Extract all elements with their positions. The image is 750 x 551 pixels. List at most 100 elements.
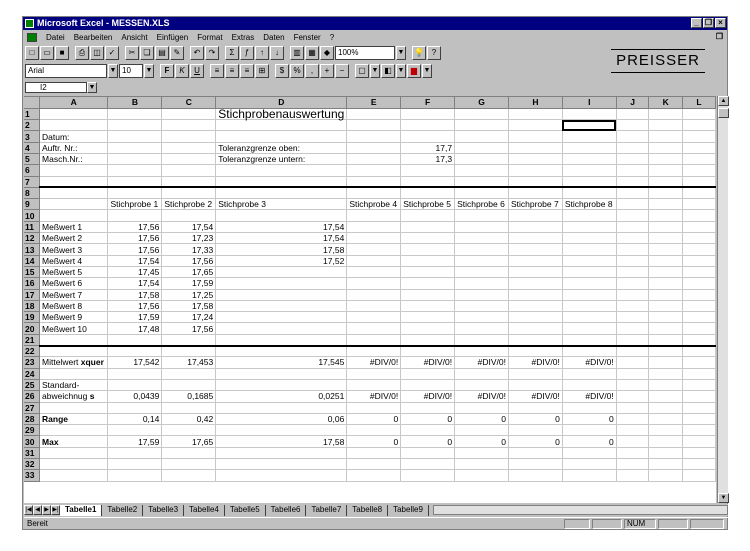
sheet-cell[interactable]: Stichprobe 2 xyxy=(161,198,217,211)
scroll-down-icon[interactable]: ▼ xyxy=(718,493,729,503)
sheet-cell[interactable] xyxy=(39,424,109,437)
sheet-cell[interactable] xyxy=(107,469,163,482)
sheet-cell[interactable]: 17,54 xyxy=(215,232,348,245)
sheet-cell[interactable] xyxy=(215,266,348,279)
sheet-cell[interactable] xyxy=(161,424,217,437)
open-icon[interactable]: ▭ xyxy=(40,46,54,60)
sheet-cell[interactable] xyxy=(454,402,509,414)
worksheet-grid[interactable]: A B C D E F G H I J K L 1 Stichprobenausw… xyxy=(24,96,716,503)
sheet-cell[interactable] xyxy=(454,266,509,279)
sheet-cell[interactable] xyxy=(454,424,509,437)
sheet-cell[interactable] xyxy=(616,164,650,177)
sheet-cell[interactable] xyxy=(682,164,716,177)
sheet-cell[interactable] xyxy=(682,447,716,460)
row-header[interactable]: 6 xyxy=(24,164,41,177)
row-header[interactable]: 27 xyxy=(24,402,41,414)
sheet-cell[interactable]: #DIV/0! xyxy=(400,356,456,369)
sheet-cell[interactable] xyxy=(400,311,456,324)
sheet-cell[interactable]: 0 xyxy=(508,413,563,426)
sheet-cell[interactable] xyxy=(454,379,509,392)
sheet-cell[interactable]: Toleranzgrenze untern: xyxy=(215,153,348,166)
sheet-cell[interactable] xyxy=(682,390,716,403)
sheet-cell[interactable] xyxy=(454,130,509,143)
sheet-cell[interactable] xyxy=(682,130,716,143)
sheet-cell[interactable] xyxy=(562,164,617,177)
sheet-cell[interactable] xyxy=(508,322,563,335)
sheet-cell[interactable] xyxy=(508,164,563,177)
sheet-cell[interactable] xyxy=(562,209,617,222)
sheet-cell[interactable] xyxy=(161,176,217,189)
sheet-cell[interactable] xyxy=(400,221,456,234)
sheet-cell[interactable]: 17,56 xyxy=(107,243,163,256)
sheet-cell[interactable] xyxy=(648,289,683,301)
sheet-cell[interactable] xyxy=(215,469,348,482)
sheet-cell[interactable]: 0 xyxy=(346,435,402,448)
sheet-cell[interactable] xyxy=(454,142,509,154)
sheet-cell[interactable] xyxy=(400,243,456,256)
sheet-cell[interactable] xyxy=(682,108,716,121)
sheet-cell[interactable] xyxy=(215,130,348,143)
sheet-cell[interactable] xyxy=(508,334,563,347)
first-sheet-icon[interactable]: |◀ xyxy=(24,505,33,515)
sheet-cell[interactable] xyxy=(648,266,683,279)
sheet-cell[interactable]: Stichprobe 3 xyxy=(215,198,348,211)
sheet-cell[interactable] xyxy=(161,142,217,154)
sheet-cell[interactable] xyxy=(107,187,163,200)
sheet-cell[interactable] xyxy=(508,142,563,154)
sheet-cell[interactable] xyxy=(161,334,217,347)
sheet-cell[interactable] xyxy=(215,402,348,414)
sheet-cell[interactable] xyxy=(454,232,509,245)
sheet-cell[interactable]: 17,56 xyxy=(107,300,163,313)
sheet-cell[interactable] xyxy=(346,153,402,166)
menu-extras[interactable]: Extras xyxy=(232,33,255,42)
font-name-box[interactable]: Arial xyxy=(25,64,107,78)
scroll-up-icon[interactable]: ▲ xyxy=(718,96,729,106)
save-icon[interactable]: ■ xyxy=(55,46,69,60)
minimize-button[interactable]: _ xyxy=(691,18,702,28)
sheet-cell[interactable]: #DIV/0! xyxy=(562,356,617,369)
prev-sheet-icon[interactable]: ◀ xyxy=(33,505,42,515)
new-icon[interactable]: □ xyxy=(25,46,39,60)
sheet-cell[interactable] xyxy=(616,458,650,471)
sheet-cell[interactable] xyxy=(39,209,109,222)
sheet-cell[interactable] xyxy=(616,209,650,222)
sheet-cell[interactable]: 0,0251 xyxy=(215,390,348,403)
sheet-cell[interactable]: 17,56 xyxy=(107,221,163,234)
sheet-cell[interactable] xyxy=(346,221,402,234)
sheet-cell[interactable]: 0 xyxy=(562,413,617,426)
column-header[interactable]: F xyxy=(400,97,456,109)
sheet-cell[interactable] xyxy=(616,119,650,132)
sheet-cell[interactable] xyxy=(215,277,348,290)
sheet-cell[interactable] xyxy=(508,311,563,324)
sheet-cell[interactable] xyxy=(508,447,563,460)
sheet-cell[interactable] xyxy=(215,322,348,335)
sheet-tab-tabelle9[interactable]: Tabelle9 xyxy=(388,504,429,516)
font-color-dropdown-icon[interactable]: ▼ xyxy=(422,64,432,78)
sheet-cell[interactable] xyxy=(562,130,617,143)
sheet-cell[interactable]: 17,59 xyxy=(107,435,163,448)
sheet-cell[interactable] xyxy=(400,266,456,279)
sheet-cell[interactable]: 0,14 xyxy=(107,413,163,426)
sheet-cell[interactable]: 0 xyxy=(562,435,617,448)
next-sheet-icon[interactable]: ▶ xyxy=(42,505,51,515)
sheet-cell[interactable] xyxy=(562,277,617,290)
sheet-cell[interactable]: #DIV/0! xyxy=(508,390,563,403)
sheet-cell[interactable]: Meßwert 4 xyxy=(39,255,109,267)
sheet-cell[interactable] xyxy=(648,469,683,482)
sheet-cell[interactable] xyxy=(648,164,683,177)
sheet-cell[interactable] xyxy=(454,164,509,177)
sheet-cell[interactable] xyxy=(648,334,683,347)
sheet-cell[interactable] xyxy=(161,458,217,471)
sheet-cell[interactable] xyxy=(508,266,563,279)
sheet-cell[interactable] xyxy=(616,390,650,403)
sheet-cell[interactable]: #DIV/0! xyxy=(508,356,563,369)
sheet-cell[interactable]: 0 xyxy=(400,413,456,426)
sheet-cell[interactable] xyxy=(107,368,163,380)
sheet-cell[interactable]: #DIV/0! xyxy=(454,390,509,403)
column-header[interactable]: L xyxy=(682,97,716,109)
sheet-cell[interactable] xyxy=(346,311,402,324)
sheet-cell[interactable] xyxy=(215,209,348,222)
sheet-cell[interactable] xyxy=(508,232,563,245)
sheet-cell[interactable] xyxy=(400,209,456,222)
sheet-cell[interactable] xyxy=(39,119,109,132)
